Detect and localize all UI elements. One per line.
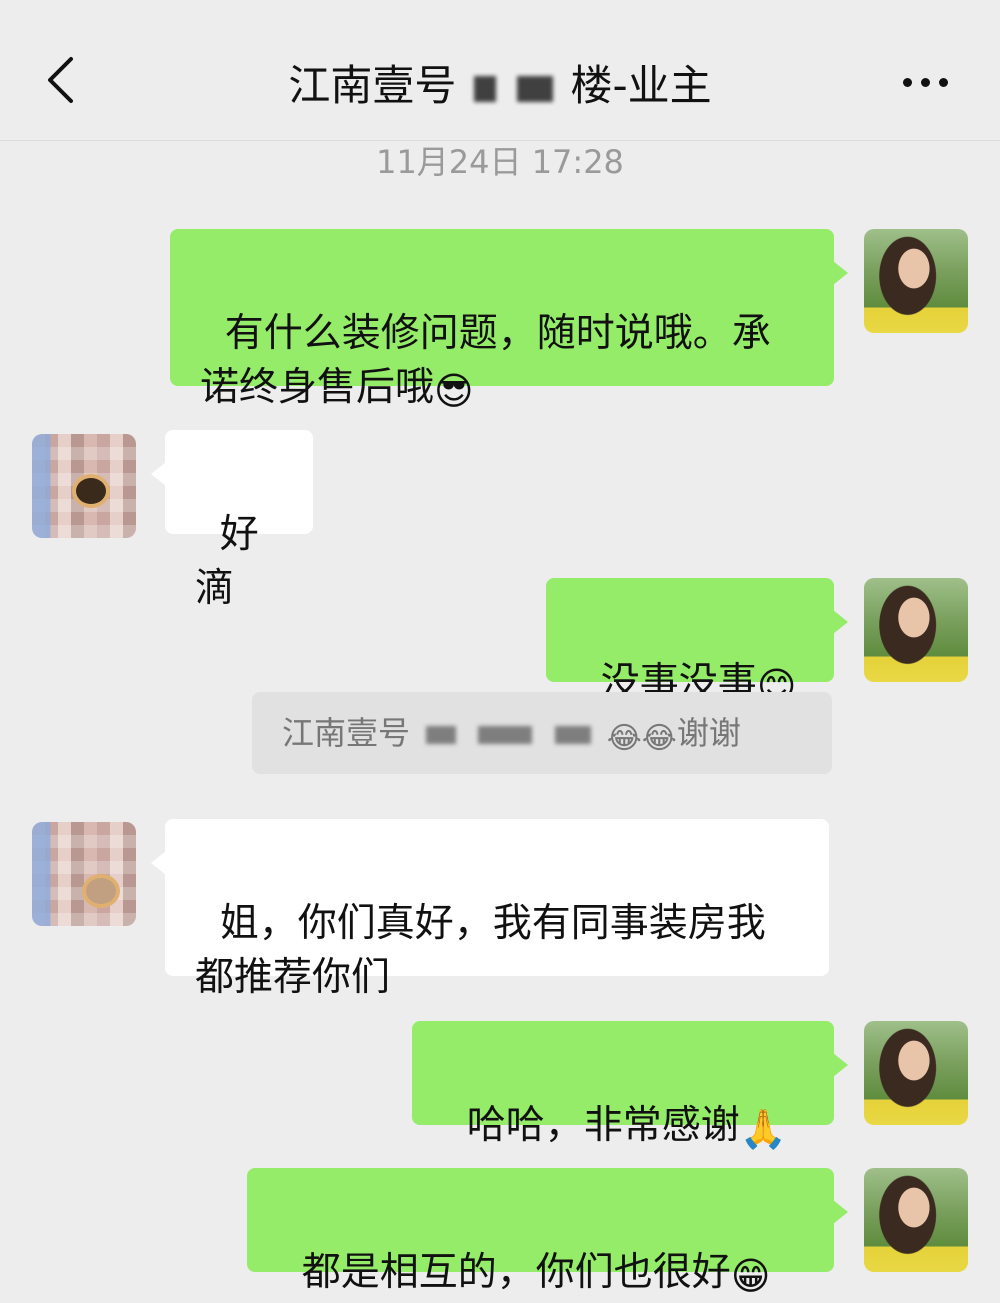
redaction-mask — [473, 75, 496, 102]
more-dot-icon — [920, 77, 930, 87]
redaction-mask — [426, 726, 457, 744]
quote-text-suffix: 谢谢 — [676, 714, 741, 752]
chat-title: 江南壹号 楼-业主 — [0, 58, 1000, 114]
sunglasses-emoji-icon: 😎 — [434, 369, 474, 413]
message-text: 姐，你们真好，我有同事装房我都推荐你们 — [195, 901, 766, 1000]
avatar-pixelated-face — [82, 874, 120, 908]
message-bubble-contact[interactable]: 姐，你们真好，我有同事装房我都推荐你们 — [151, 819, 829, 1000]
avatar-contact[interactable] — [32, 822, 136, 926]
chat-title-prefix: 江南壹号 — [288, 61, 457, 110]
redaction-mask — [554, 726, 591, 744]
avatar-self[interactable] — [864, 1021, 968, 1125]
chat-title-suffix: 楼-业主 — [570, 61, 712, 110]
message-text: 好滴 — [195, 512, 259, 611]
chat-header: 江南壹号 楼-业主 — [0, 0, 1000, 141]
message-bubble-self[interactable]: 没事没事😊 — [546, 578, 848, 708]
avatar-self[interactable] — [864, 578, 968, 682]
message-bubble-contact[interactable]: 好滴 — [151, 430, 313, 611]
message-timestamp: 11月24日 17:28 — [376, 143, 624, 181]
redaction-mask — [517, 75, 554, 102]
more-dot-icon — [938, 77, 948, 87]
message-bubble-self[interactable]: 哈哈，非常感谢🙏 — [412, 1021, 848, 1151]
avatar-pixelated-face — [72, 474, 110, 508]
grinning-emoji-icon: 😁 — [730, 1254, 771, 1298]
quoted-message[interactable]: 江南壹号 😂😂谢谢 — [252, 692, 832, 774]
more-options-button[interactable] — [890, 62, 960, 102]
message-bubble-self[interactable]: 有什么装修问题，随时说哦。承诺终身售后哦😎 — [170, 229, 848, 413]
tears-of-joy-emoji-icon: 😂😂 — [606, 721, 677, 756]
quote-text-prefix: 江南壹号 — [282, 714, 411, 752]
more-dot-icon — [902, 77, 912, 87]
message-bubble-self[interactable]: 都是相互的，你们也很好😁 — [247, 1168, 848, 1298]
avatar-contact[interactable] — [32, 434, 136, 538]
redaction-mask — [478, 726, 533, 744]
message-text: 有什么装修问题，随时说哦。承诺终身售后哦 — [200, 311, 771, 410]
message-text: 哈哈，非常感谢 — [466, 1103, 740, 1148]
folded-hands-emoji-icon: 🙏 — [739, 1107, 788, 1151]
avatar-self[interactable] — [864, 1168, 968, 1272]
avatar-self[interactable] — [864, 229, 968, 333]
